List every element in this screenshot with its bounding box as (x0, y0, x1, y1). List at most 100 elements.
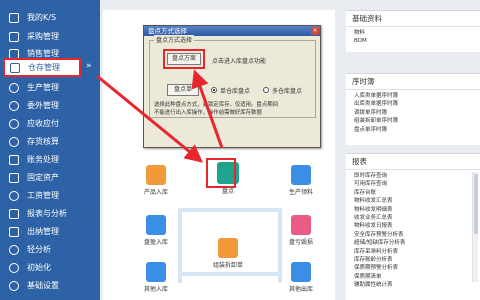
sidebar-item-fixed-assets[interactable]: 固定资产 (0, 168, 100, 187)
panel-link[interactable]: 可用库存查询 (354, 180, 472, 188)
sales-icon (9, 48, 19, 59)
panel-link[interactable]: 库存呆滞料分析表 (354, 248, 472, 256)
loss-damage-icon (291, 215, 311, 235)
node-assembly[interactable]: 组装拆卸单 (205, 238, 251, 269)
salary-icon (9, 190, 19, 201)
sidebar-item-receivable[interactable]: 应收应付 (0, 114, 100, 133)
sidebar-item-reports[interactable]: 报表与分析 (0, 204, 100, 223)
panel-link[interactable]: BOM (354, 37, 472, 45)
sidebar: 我的K/S 采购管理 销售管理 仓存管理 生产管理 委外管理 应收应付 存货核算… (0, 0, 100, 300)
sidebar-item-inventory-accounting[interactable]: 存货核算 (0, 132, 100, 151)
assembly-icon (218, 238, 238, 258)
other-outbound-icon (291, 262, 311, 282)
sidebar-item-cashier[interactable]: 出纳管理 (0, 222, 100, 241)
sidebar-item-label: 工资管理 (27, 191, 59, 200)
panel-link[interactable]: 库存账龄分析表 (354, 256, 472, 264)
outsource-icon (9, 100, 19, 111)
production-picking-icon (291, 165, 311, 185)
stocktake-data-button[interactable]: 盘点单 (167, 84, 199, 96)
analysis-icon (9, 244, 19, 255)
single-warehouse-radio[interactable] (211, 87, 217, 93)
node-label: 生产领料 (288, 189, 313, 196)
node-label: 盘盈入库 (143, 239, 168, 246)
sidebar-item-label: 初始化 (27, 263, 51, 272)
note-line-1: 选择此种盘点方式，会锁定库存，仅适用。盘点期间 (154, 102, 278, 108)
plan-button-highlight (163, 49, 205, 69)
sidebar-item-label: 基础设置 (27, 281, 59, 290)
node-loss-damage[interactable]: 盘亏毁损 (281, 215, 321, 246)
sidebar-item-warehouse[interactable]: 仓存管理 (3, 58, 81, 77)
panel-link[interactable]: 入库类单据序时簿 (354, 92, 472, 100)
sidebar-item-accounting[interactable]: 账务处理 (0, 150, 100, 169)
node-surplus-inbound[interactable]: 盘盈入库 (136, 215, 176, 246)
sidebar-item-label: 存货核算 (27, 137, 59, 146)
panel-link[interactable]: 即时库存查询 (354, 172, 472, 180)
group-label: 盘点方式选择 (154, 35, 195, 44)
sidebar-item-outsource[interactable]: 委外管理 (0, 96, 100, 115)
scrollbar-thumb[interactable] (474, 174, 478, 234)
stocktake-highlight (206, 158, 236, 188)
init-icon (9, 262, 19, 273)
panel-title: 报表 (346, 154, 480, 170)
sidebar-item-production[interactable]: 生产管理 (0, 78, 100, 97)
node-label: 产品入库 (143, 189, 168, 196)
node-other-inbound[interactable]: 其他入库 (136, 262, 176, 293)
sidebar-item-salary[interactable]: 工资管理 (0, 186, 100, 205)
collapse-chevron-icon[interactable]: » (86, 61, 92, 71)
sidebar-item-label: 委外管理 (27, 101, 59, 110)
panel-link[interactable]: 保质期预警分析表 (354, 264, 472, 272)
panel-link[interactable]: 物料收发明细表 (354, 206, 472, 214)
panel-link[interactable]: 物料 (354, 29, 472, 37)
panel-link[interactable]: 出库类单据序时簿 (354, 100, 472, 108)
node-other-outbound[interactable]: 其他出库 (281, 262, 321, 293)
node-label: 盘亏毁损 (288, 239, 313, 246)
sidebar-item-my-kis[interactable]: 我的K/S (0, 8, 100, 27)
panel-link[interactable]: 收发业务汇总表 (354, 214, 472, 222)
reports-scrollbar[interactable] (472, 172, 478, 282)
sidebar-item-light-analysis[interactable]: 轻分析 (0, 240, 100, 259)
panel-basic-data: 基础资料 物料 BOM (346, 10, 480, 52)
sidebar-item-label: 仓存管理 (28, 63, 60, 72)
sidebar-item-label: 我的K/S (27, 13, 57, 22)
panel-link[interactable]: 安全库存预警分析表 (354, 231, 472, 239)
flow-connector (178, 208, 278, 212)
panel-link[interactable]: 物料收发日报表 (354, 222, 472, 230)
panel-link[interactable]: 辅助属性统计表 (354, 281, 472, 289)
settings-icon (9, 280, 19, 291)
flow-connector (181, 272, 281, 276)
panel-reports: 报表 即时库存查询 可用库存查询 库存台账 物料收发汇总表 物料收发明细表 收发… (346, 153, 480, 300)
product-inbound-icon (146, 165, 166, 185)
gear-icon (9, 82, 19, 93)
ledger-icon (9, 154, 19, 165)
money-icon (9, 118, 19, 129)
close-icon[interactable]: × (311, 27, 319, 35)
sidebar-item-label: 采购管理 (27, 32, 59, 41)
panel-sequence: 序时簿 入库类单据序时簿 出库类单据序时簿 调拨单序时簿 组装拆卸单序时簿 盘点… (346, 73, 480, 145)
panel-link[interactable]: 组装拆卸单序时簿 (354, 117, 472, 125)
node-production-picking[interactable]: 生产领料 (281, 165, 321, 196)
note-line-2: 不能进行出入库操作，操作前需做好库存数据 (154, 110, 262, 116)
node-label: 组装拆卸单 (212, 262, 243, 269)
panel-link[interactable]: 物料收发汇总表 (354, 197, 472, 205)
sidebar-item-label: 应收应付 (27, 119, 59, 128)
mode-group: 盘点方式选择 盘点方案 点击进入库盘点功能 盘点单 单仓库盘点 多仓库盘点 选择… (149, 35, 316, 118)
node-product-inbound[interactable]: 产品入库 (136, 165, 176, 196)
surplus-inbound-icon (146, 215, 166, 235)
node-label: 其他出库 (288, 286, 313, 293)
panel-title: 序时簿 (346, 74, 480, 90)
panel-link[interactable]: 保质期清单 (354, 273, 472, 281)
panel-link[interactable]: 调拨单序时簿 (354, 109, 472, 117)
sidebar-item-label: 生产管理 (27, 83, 59, 92)
panel-link[interactable]: 库存台账 (354, 189, 472, 197)
sidebar-item-init[interactable]: 初始化 (0, 258, 100, 277)
report-icon (9, 208, 19, 219)
home-icon (9, 12, 19, 23)
panel-title: 基础资料 (346, 11, 480, 27)
sidebar-item-label: 报表与分析 (27, 209, 67, 218)
multi-warehouse-radio[interactable] (263, 87, 269, 93)
sidebar-item-base-settings[interactable]: 基础设置 (0, 276, 100, 295)
dialog-title: 盘点方式选择 (148, 27, 187, 35)
panel-link[interactable]: 超储/短缺库存分析表 (354, 239, 472, 247)
asset-icon (9, 172, 19, 183)
panel-link[interactable]: 盘点单序时簿 (354, 126, 472, 134)
